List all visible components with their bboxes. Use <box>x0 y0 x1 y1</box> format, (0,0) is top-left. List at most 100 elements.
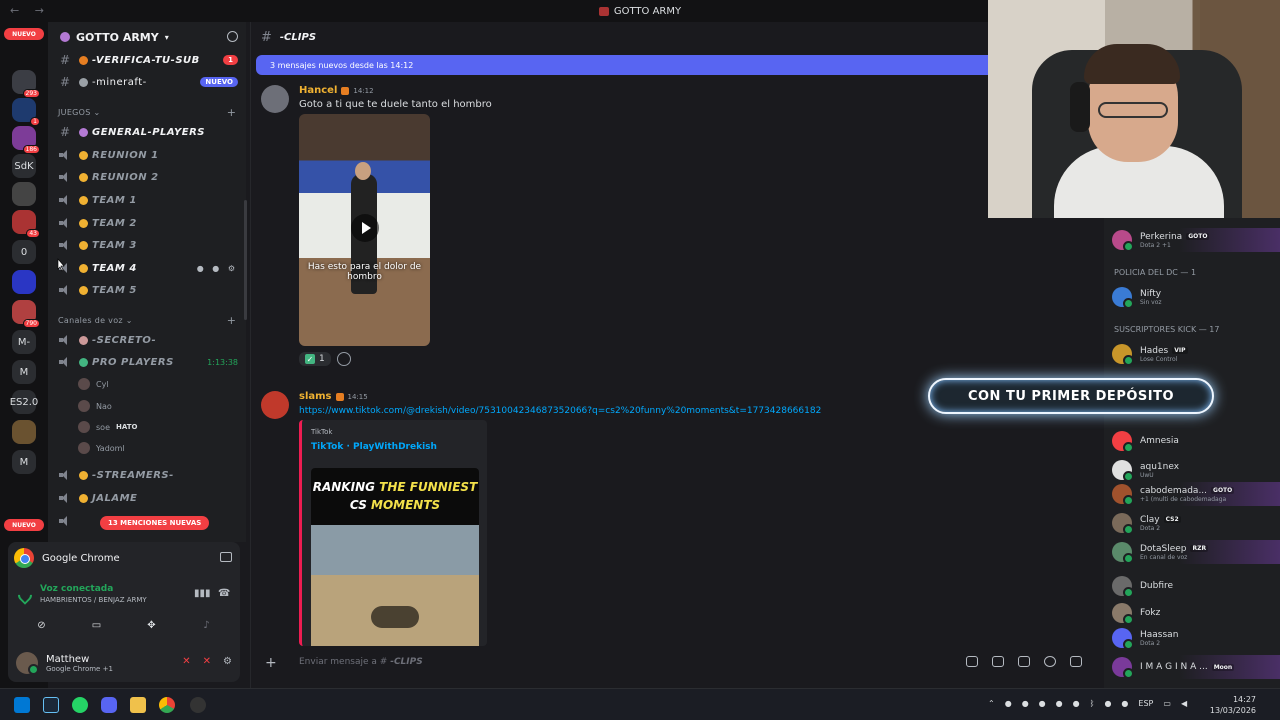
nuevo-pill-bottom[interactable]: NUEVO <box>4 519 44 531</box>
channel-verifica[interactable]: # -VERIFICA-TU-SUB 1 <box>48 50 246 70</box>
mic-icon[interactable]: ● <box>1121 699 1128 708</box>
channel-team-5[interactable]: TEAM 5 <box>48 280 246 300</box>
member-item[interactable]: aqu1nex UwU <box>1112 458 1280 482</box>
channel-team-3[interactable]: TEAM 3 <box>48 235 246 255</box>
voice-user[interactable]: Yadoml <box>78 440 125 456</box>
channel-pro-players[interactable]: PRO PLAYERS 1:13:38 <box>48 352 246 372</box>
video-attachment[interactable]: Has esto para el dolor de hombro <box>299 114 430 346</box>
chevron-up-icon[interactable]: ⌃ <box>988 699 995 708</box>
soundboard-button[interactable]: ♪ <box>183 614 231 636</box>
server-icon-9[interactable]: M- <box>12 330 36 354</box>
nuevo-pill-top[interactable]: NUEVO <box>4 28 44 40</box>
member-item[interactable]: Haassan Dota 2 <box>1112 626 1280 650</box>
tray-app-icon[interactable]: ● <box>1073 699 1080 708</box>
tray-app-icon[interactable]: ● <box>1039 699 1046 708</box>
server-icon-12[interactable] <box>12 420 36 444</box>
member-item[interactable]: Clay CS2 Dota 2 <box>1112 511 1280 535</box>
server-icon-0[interactable]: 293 <box>12 70 40 98</box>
windows-start-icon[interactable] <box>14 697 30 713</box>
channel-jalame[interactable]: JALAME <box>48 488 246 508</box>
disconnect-icon[interactable]: ☎ <box>218 588 232 600</box>
server-icon-13[interactable]: M <box>12 450 36 474</box>
avatar[interactable] <box>261 85 289 113</box>
member-item[interactable]: cabodemada... GOTO +1 (multi de cabodemada… <box>1112 482 1280 506</box>
activities-button[interactable]: ✥ <box>128 614 176 636</box>
apps-icon[interactable] <box>1070 656 1082 667</box>
discord-icon[interactable] <box>101 697 117 713</box>
member-item[interactable]: Nifty Sin voz <box>1112 285 1280 309</box>
channel-team-2[interactable]: TEAM 2 <box>48 213 246 233</box>
voice-user[interactable]: soe HATO <box>78 419 137 435</box>
reaction-check[interactable]: ✓ 1 <box>299 352 331 366</box>
emoji-icon[interactable] <box>1044 656 1056 667</box>
avatar[interactable] <box>261 391 289 419</box>
steam-icon[interactable] <box>43 697 59 713</box>
gif-icon[interactable] <box>992 656 1004 667</box>
user-info[interactable]: Matthew Google Chrome +1 <box>16 652 113 675</box>
noise-suppression-icon[interactable]: ▮▮▮ <box>194 588 211 600</box>
member-item[interactable]: Hades VIP Lose Control <box>1112 342 1280 366</box>
clock[interactable]: 14:27 13/03/2026 <box>1210 694 1256 716</box>
history-nav[interactable]: ← → <box>10 4 50 17</box>
camera-off-button[interactable]: ⊘ <box>18 614 66 636</box>
network-icon[interactable]: ▭ <box>1163 699 1171 708</box>
channel-secreto[interactable]: -SECRETO- <box>48 330 246 350</box>
channel-scrollbar[interactable] <box>244 200 247 320</box>
mentions-pill[interactable]: 13 MENCIONES NUEVAS <box>100 516 210 530</box>
play-icon[interactable] <box>371 606 419 628</box>
tray-app-icon[interactable]: ● <box>1022 699 1029 708</box>
app-icon[interactable] <box>190 697 206 713</box>
language-indicator[interactable]: ESP <box>1138 699 1153 708</box>
add-channel-icon[interactable]: + <box>227 314 236 327</box>
server-icon-8[interactable]: 790 <box>12 300 40 328</box>
tray-app-icon[interactable]: ● <box>1104 699 1111 708</box>
category-juegos[interactable]: JUEGOS ⌄ <box>58 108 101 117</box>
server-icon-4[interactable] <box>12 182 36 206</box>
channel-reunion-2[interactable]: REUNION 2 <box>48 167 246 187</box>
channel-mineraft[interactable]: # -mineraft- NUEVO <box>48 72 246 92</box>
embed-thumbnail[interactable]: RANKING THE FUNNIEST CS MOMENTS <box>311 468 479 646</box>
add-channel-icon[interactable]: + <box>227 106 236 119</box>
screen-share-button[interactable]: ▭ <box>73 614 121 636</box>
channel-team-4[interactable]: TEAM 4 ● ● ⚙ <box>48 258 246 278</box>
channel-team-1[interactable]: TEAM 1 <box>48 190 246 210</box>
play-icon[interactable] <box>351 214 379 242</box>
sticker-icon[interactable] <box>1018 656 1030 667</box>
upload-plus-icon[interactable]: + <box>265 655 277 671</box>
volume-icon[interactable]: ◀ <box>1181 699 1187 708</box>
channel-reunion-1[interactable]: REUNION 1 <box>48 145 246 165</box>
new-messages-bar[interactable]: 3 mensajes nuevos desde las 14:12 <box>256 55 989 75</box>
headphones-muted-icon[interactable]: ✕ <box>203 656 211 667</box>
message-author[interactable]: Hancel 14:12 <box>299 85 374 96</box>
server-icon-3[interactable]: SdK <box>12 154 36 178</box>
server-icon-11[interactable]: ES2.0 <box>10 390 38 414</box>
tray-app-icon[interactable]: ● <box>1005 699 1012 708</box>
guild-header[interactable]: GOTTO ARMY ▾ <box>48 22 246 52</box>
voice-user[interactable]: Nao <box>78 398 112 414</box>
server-icon-6[interactable]: 0 <box>12 240 36 264</box>
member-item[interactable]: Perkerina GOTO Dota 2 +1 <box>1112 228 1280 252</box>
member-item[interactable]: I M A G I N A ... Moon <box>1112 655 1280 679</box>
category-voz[interactable]: Canales de voz ⌄ <box>58 316 133 325</box>
member-item[interactable]: Dubfire <box>1112 574 1280 598</box>
activity-row[interactable]: Google Chrome <box>14 548 120 568</box>
chrome-icon[interactable] <box>159 697 175 713</box>
server-icon-2[interactable]: 186 <box>12 126 40 154</box>
channel-streamers[interactable]: -STREAMERS- <box>48 465 246 485</box>
server-icon-1[interactable]: 1 <box>12 98 40 126</box>
channel-general-players[interactable]: # GENERAL-PLAYERS <box>48 122 246 142</box>
bluetooth-icon[interactable]: ᛒ <box>1090 699 1095 708</box>
voice-user[interactable]: Cyl <box>78 376 109 392</box>
activity-share-icon[interactable] <box>220 552 232 562</box>
channel-tools-icon[interactable]: ● ● ⚙ <box>197 264 238 273</box>
server-icon-7[interactable] <box>12 270 36 294</box>
gift-icon[interactable] <box>966 656 978 667</box>
embed-title[interactable]: TikTok · PlayWithDrekish <box>311 442 437 452</box>
add-user-icon[interactable] <box>227 31 238 42</box>
member-item[interactable]: Fokz <box>1112 601 1280 625</box>
voice-status[interactable]: Voz conectada HAMBRIENTOS / BENJAZ ARMY <box>15 584 147 605</box>
server-icon-5[interactable]: 43 <box>12 210 40 238</box>
member-item[interactable]: Amnesia <box>1112 429 1280 453</box>
tray-app-icon[interactable]: ● <box>1056 699 1063 708</box>
server-icon-10[interactable]: M <box>12 360 36 384</box>
